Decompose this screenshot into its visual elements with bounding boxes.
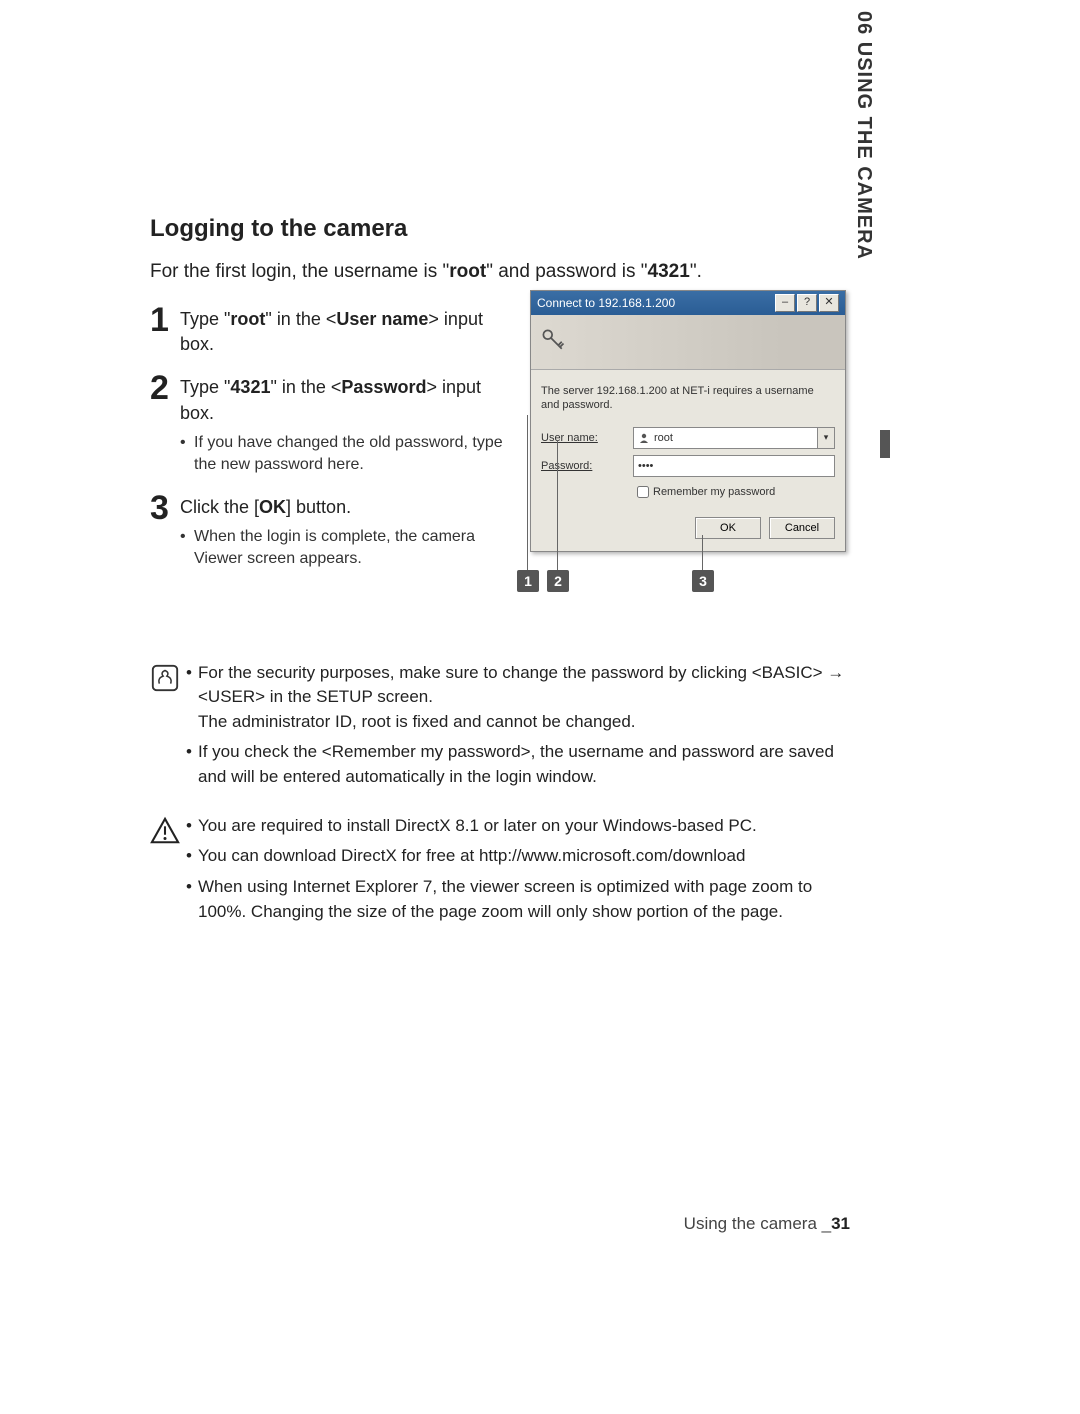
step-text: Type "4321" in the <Password> input box.… bbox=[180, 371, 520, 476]
username-label: User name: bbox=[541, 432, 633, 444]
intro-password: 4321 bbox=[648, 261, 690, 282]
footer-label: Using the camera _ bbox=[684, 1214, 831, 1233]
keys-icon bbox=[539, 326, 567, 359]
dialog-banner bbox=[531, 315, 845, 370]
ok-button[interactable]: OK bbox=[695, 517, 761, 539]
note-block: For the security purposes, make sure to … bbox=[150, 661, 850, 796]
callout-number: 2 bbox=[547, 570, 569, 592]
info-icon bbox=[150, 661, 186, 796]
remember-password-row[interactable]: Remember my password bbox=[633, 483, 835, 501]
dialog-message: The server 192.168.1.200 at NET-i requir… bbox=[541, 384, 835, 413]
note-item: When using Internet Explorer 7, the view… bbox=[186, 875, 850, 924]
user-icon bbox=[638, 432, 650, 444]
password-field[interactable]: •••• bbox=[633, 455, 835, 477]
note-item: If you check the <Remember my password>,… bbox=[186, 740, 850, 789]
note-block: You are required to install DirectX 8.1 … bbox=[150, 814, 850, 931]
username-field[interactable]: root ▾ bbox=[633, 427, 835, 449]
callout-number: 1 bbox=[517, 570, 539, 592]
intro-username: root bbox=[449, 261, 486, 282]
remember-label: Remember my password bbox=[653, 486, 775, 498]
intro-part: For the first login, the username is " bbox=[150, 261, 449, 282]
step: 1 Type "root" in the <User name> input b… bbox=[150, 303, 520, 357]
step-sub-bullet: If you have changed the old password, ty… bbox=[180, 432, 520, 477]
step-number: 3 bbox=[150, 491, 180, 525]
section-heading: Logging to the camera bbox=[150, 215, 850, 243]
warning-icon bbox=[150, 814, 186, 931]
side-tab: 06 USING THE CAMERA bbox=[852, 11, 875, 260]
step-number: 2 bbox=[150, 371, 180, 405]
step-text: Type "root" in the <User name> input box… bbox=[180, 303, 520, 357]
help-icon[interactable]: ? bbox=[797, 294, 817, 312]
step-text: Click the [OK] button. When the login is… bbox=[180, 491, 520, 571]
password-value: •••• bbox=[638, 460, 653, 472]
callout-bar: 1 2 3 bbox=[522, 570, 852, 595]
page-footer: Using the camera _31 bbox=[684, 1214, 850, 1234]
note-item: For the security purposes, make sure to … bbox=[186, 661, 850, 735]
note-body: You are required to install DirectX 8.1 … bbox=[186, 814, 850, 931]
steps-list: 1 Type "root" in the <User name> input b… bbox=[150, 303, 520, 571]
intro-text: For the first login, the username is "ro… bbox=[150, 261, 850, 283]
login-dialog: Connect to 192.168.1.200 – ? ✕ The serve… bbox=[530, 290, 846, 552]
note-item: You are required to install DirectX 8.1 … bbox=[186, 814, 850, 839]
note-body: For the security purposes, make sure to … bbox=[186, 661, 850, 796]
step: 3 Click the [OK] button. When the login … bbox=[150, 491, 520, 571]
step: 2 Type "4321" in the <Password> input bo… bbox=[150, 371, 520, 476]
page-number: 31 bbox=[831, 1214, 850, 1233]
username-value: root bbox=[654, 432, 673, 444]
chevron-down-icon[interactable]: ▾ bbox=[817, 428, 834, 448]
intro-part: " and password is " bbox=[486, 261, 647, 282]
callout-number: 3 bbox=[692, 570, 714, 592]
thumb-index-marker bbox=[880, 430, 890, 458]
password-label: Password: bbox=[541, 460, 633, 472]
minimize-icon[interactable]: – bbox=[775, 294, 795, 312]
note-item: You can download DirectX for free at htt… bbox=[186, 844, 850, 869]
dialog-title: Connect to 192.168.1.200 bbox=[537, 291, 675, 315]
dialog-title-bar: Connect to 192.168.1.200 – ? ✕ bbox=[531, 291, 845, 315]
step-number: 1 bbox=[150, 303, 180, 337]
intro-part: ". bbox=[690, 261, 702, 282]
step-sub-bullet: When the login is complete, the camera V… bbox=[180, 526, 520, 571]
remember-checkbox[interactable] bbox=[637, 486, 649, 498]
close-icon[interactable]: ✕ bbox=[819, 294, 839, 312]
cancel-button[interactable]: Cancel bbox=[769, 517, 835, 539]
